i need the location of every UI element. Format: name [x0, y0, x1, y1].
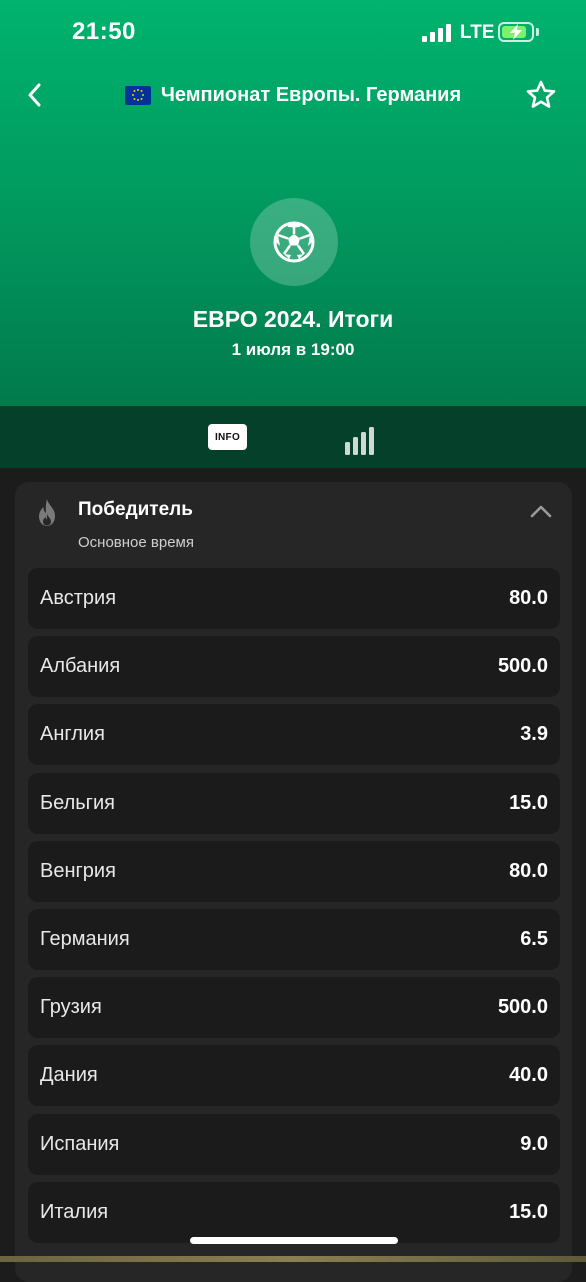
event-title: ЕВРО 2024. Итоги	[192, 306, 394, 332]
battery-cap	[536, 28, 539, 36]
outcome-row[interactable]: Италия 15.0	[28, 1181, 560, 1243]
outcome-odds: 9.0	[520, 1132, 548, 1155]
outcome-name: Испания	[40, 1132, 120, 1155]
league-title: Чемпионат Европы. Германия	[160, 83, 462, 106]
outcome-name: Грузия	[40, 996, 102, 1019]
status-bar: 21:50 LTE	[0, 0, 586, 66]
outcome-name: Дания	[40, 1064, 98, 1087]
outcome-name: Италия	[40, 1200, 109, 1223]
collapse-market-button[interactable]	[527, 499, 555, 523]
outcome-name: Германия	[40, 927, 130, 950]
outcome-odds: 3.9	[520, 723, 548, 746]
soccer-ball-icon	[273, 221, 315, 263]
outcome-odds: 500.0	[497, 996, 548, 1019]
event-header: 21:50 LTE Чемпионат Европы. Германия ЕВР…	[0, 0, 586, 406]
outcome-name: Албания	[40, 655, 121, 678]
outcome-odds: 15.0	[509, 1200, 548, 1223]
outcome-odds: 80.0	[509, 859, 548, 882]
event-date: 1 июля в 19:00	[231, 340, 355, 359]
outcome-row[interactable]: Германия 6.5	[28, 908, 560, 970]
event-tabbar: INFO	[0, 406, 586, 468]
outcome-row[interactable]: Грузия 500.0	[28, 977, 560, 1039]
bottom-edge	[0, 1256, 586, 1262]
tab-stats[interactable]	[344, 426, 376, 456]
outcome-row[interactable]: Испания 9.0	[28, 1113, 560, 1175]
market-title: Победитель	[78, 499, 193, 520]
status-time: 21:50	[72, 18, 136, 45]
eu-flag-icon	[124, 85, 151, 105]
outcome-odds: 40.0	[509, 1064, 548, 1087]
outcome-list: Австрия 80.0 Албания 500.0 Англия 3.9 Бе…	[28, 568, 560, 1250]
chevron-up-icon	[530, 505, 552, 518]
tab-info[interactable]: INFO	[208, 424, 247, 450]
league-title-row: Чемпионат Европы. Германия	[60, 78, 526, 112]
market-card: Победитель Основное время Австрия 80.0 А…	[15, 482, 572, 1282]
sport-icon-circle	[250, 198, 338, 286]
outcome-row[interactable]: Дания 40.0	[28, 1045, 560, 1107]
outcome-name: Бельгия	[40, 791, 115, 814]
bar-chart-icon	[345, 427, 374, 455]
charging-bolt-icon	[510, 24, 522, 40]
outcome-odds: 15.0	[509, 791, 548, 814]
outcome-row[interactable]: Англия 3.9	[28, 704, 560, 766]
home-indicator[interactable]	[190, 1237, 398, 1244]
outcome-name: Австрия	[40, 587, 117, 609]
favorite-button[interactable]	[522, 76, 560, 114]
star-outline-icon	[526, 80, 556, 108]
battery-icon	[498, 22, 534, 42]
outcome-row[interactable]: Албания 500.0	[28, 636, 560, 698]
network-label: LTE	[460, 22, 495, 43]
outcome-name: Англия	[40, 723, 105, 746]
outcome-odds: 80.0	[509, 587, 548, 609]
outcome-odds: 500.0	[497, 655, 548, 678]
signal-icon	[422, 24, 452, 42]
market-subtitle: Основное время	[78, 534, 194, 551]
outcome-odds: 6.5	[520, 927, 548, 950]
fire-icon	[39, 499, 55, 526]
chevron-left-icon	[28, 83, 41, 107]
back-button[interactable]	[18, 78, 52, 112]
outcome-name: Венгрия	[40, 859, 116, 882]
outcome-row[interactable]: Австрия 80.0	[28, 568, 560, 629]
outcome-row[interactable]: Бельгия 15.0	[28, 772, 560, 834]
outcome-row[interactable]: Венгрия 80.0	[28, 840, 560, 902]
